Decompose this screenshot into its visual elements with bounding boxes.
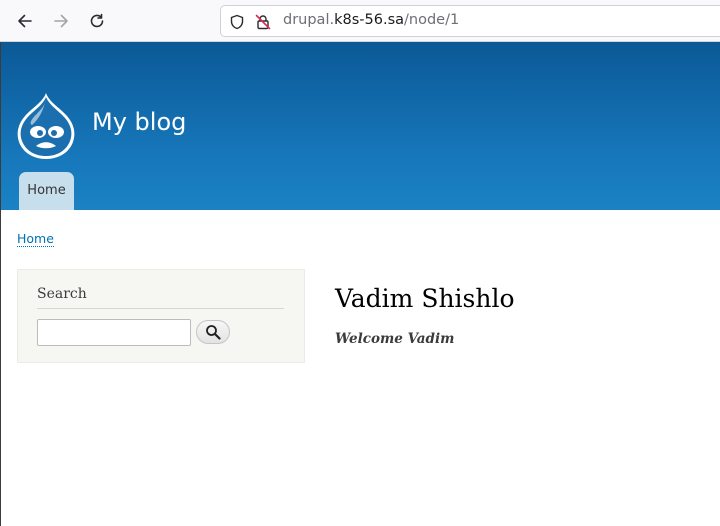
back-button[interactable] <box>12 8 38 34</box>
shield-icon[interactable] <box>229 14 245 30</box>
url-host: k8s-56.sa <box>334 12 405 28</box>
reload-button[interactable] <box>84 8 110 34</box>
url-path: /node/1 <box>404 12 460 28</box>
site-header: My blog Home <box>1 42 720 210</box>
insecure-lock-icon[interactable] <box>255 14 271 30</box>
forward-button[interactable] <box>48 8 74 34</box>
address-bar[interactable]: drupal.k8s-56.sa/node/1 <box>220 5 720 37</box>
browser-toolbar: drupal.k8s-56.sa/node/1 <box>0 0 720 42</box>
search-icon <box>206 325 221 340</box>
arrow-left-icon <box>18 14 32 28</box>
arrow-right-icon <box>54 14 68 28</box>
breadcrumb-home-link[interactable]: Home <box>17 232 54 247</box>
search-block-title: Search <box>37 286 284 309</box>
search-button[interactable] <box>196 320 230 344</box>
tab-home[interactable]: Home <box>19 172 74 210</box>
url-prefix: drupal. <box>283 12 335 28</box>
url-text[interactable]: drupal.k8s-56.sa/node/1 <box>283 12 459 28</box>
drupal-logo[interactable] <box>16 92 76 160</box>
search-input[interactable] <box>37 319 191 346</box>
reload-icon <box>90 13 104 28</box>
node-body-text: Welcome Vadim <box>335 331 455 347</box>
search-block: Search <box>17 269 305 363</box>
site-name[interactable]: My blog <box>92 108 186 136</box>
page-title: Vadim Shishlo <box>335 284 515 313</box>
